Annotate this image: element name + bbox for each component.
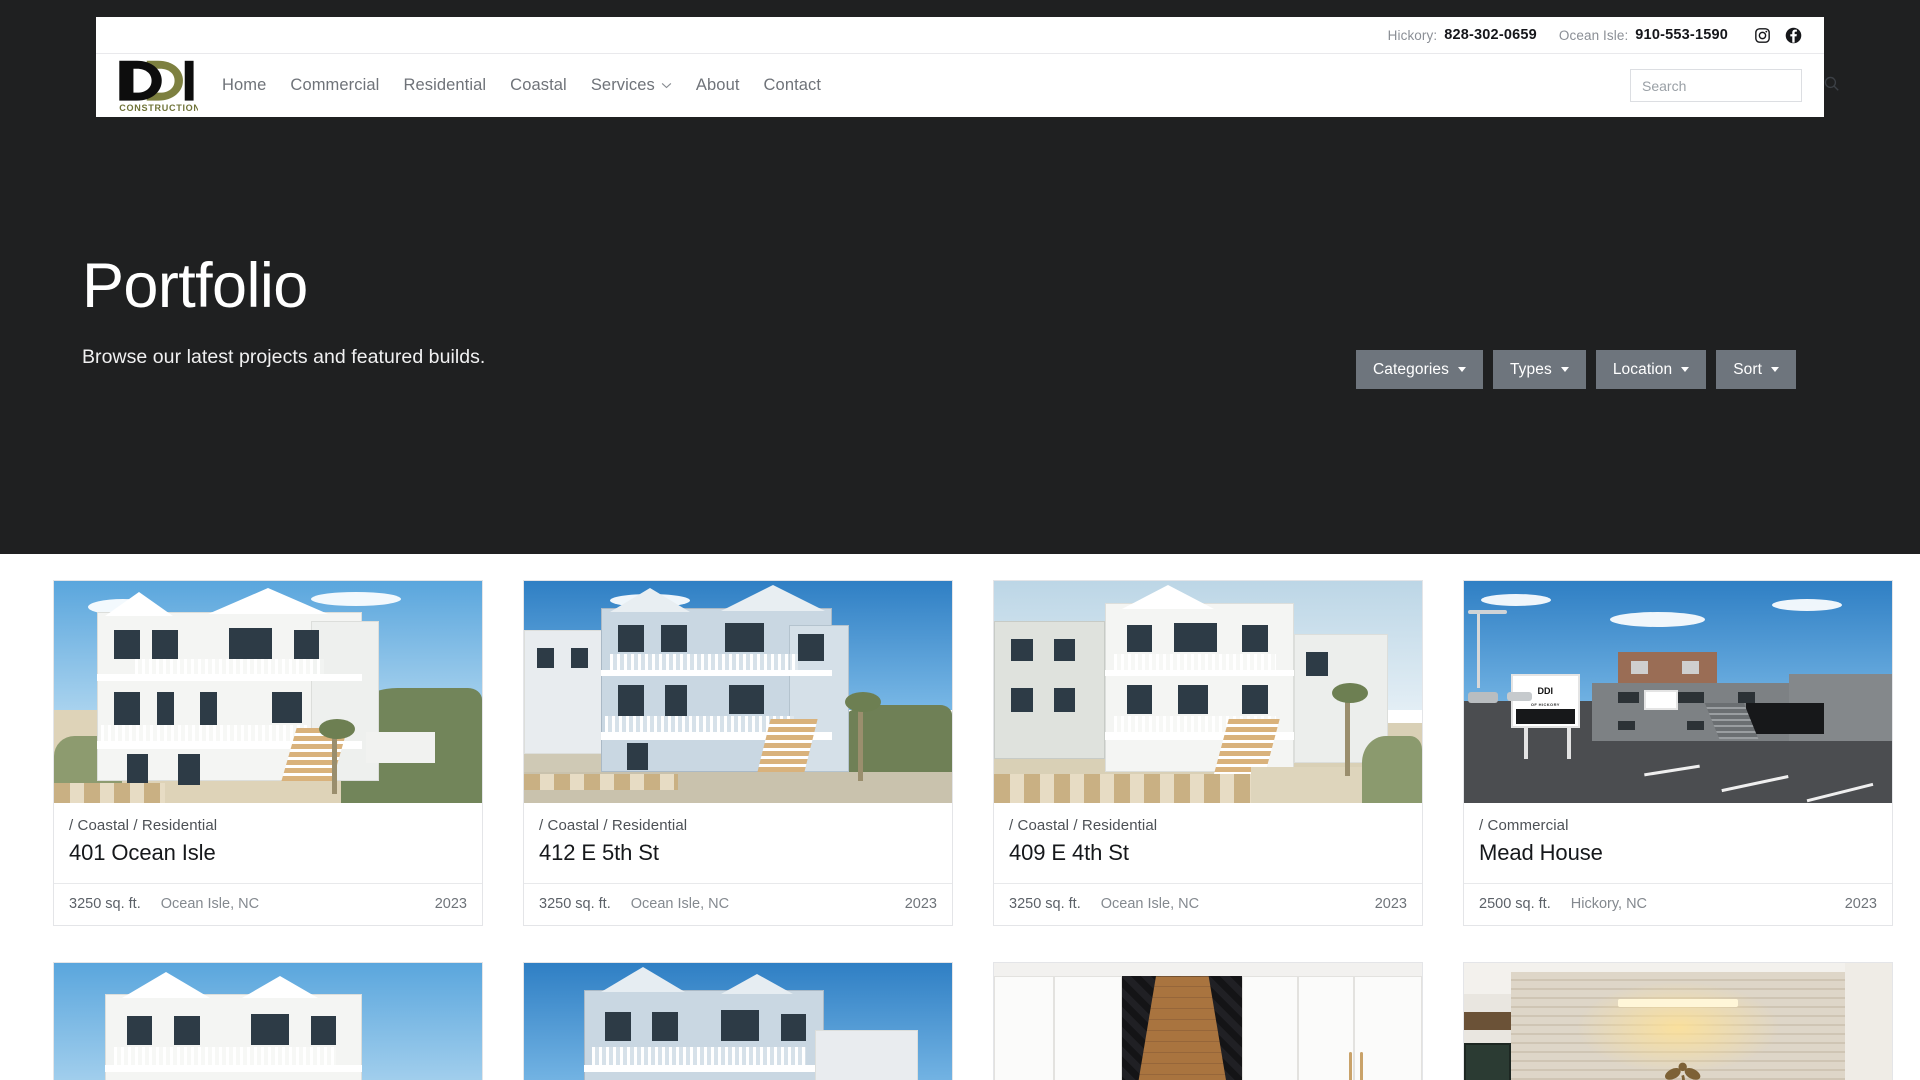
project-thumbnail[interactable] — [54, 963, 482, 1080]
project-location: Ocean Isle, NC — [630, 896, 730, 912]
project-categories: / Commercial — [1479, 817, 1569, 834]
nav-item-residential[interactable]: Residential — [403, 76, 486, 95]
project-sqft: 3250 sq. ft. — [539, 896, 611, 912]
project-thumbnail[interactable]: STRATEGIC WELLNESS Functional & Anti-Agi… — [1464, 963, 1892, 1080]
contact-ocean-isle-label: Ocean Isle: — [1558, 27, 1629, 43]
contact-hickory[interactable]: Hickory: 828-302-0659 — [1388, 27, 1537, 43]
caret-down-icon — [1771, 367, 1780, 372]
instagram-icon[interactable] — [1754, 27, 1771, 44]
nav-item-contact-label: Contact — [763, 76, 822, 94]
project-location: Hickory, NC — [1570, 896, 1648, 912]
caret-down-icon — [1681, 367, 1690, 372]
project-meta: 3250 sq. ft. Ocean Isle, NC 2023 — [994, 883, 1422, 925]
svg-text:CONSTRUCTION: CONSTRUCTION — [119, 103, 198, 113]
project-thumbnail[interactable]: DDI OF HICKORY — [1464, 581, 1892, 803]
project-location: Ocean Isle, NC — [1100, 896, 1200, 912]
project-card[interactable]: / Coastal / Residential 412 E 5th St 325… — [523, 580, 953, 926]
header-contact-bar: Hickory: 828-302-0659 Ocean Isle: 910-55… — [96, 17, 1824, 54]
project-categories: / Coastal / Residential — [539, 817, 688, 834]
project-info: / Coastal / Residential 401 Ocean Isle — [54, 803, 482, 883]
nav-item-services[interactable]: Services — [591, 76, 672, 95]
project-thumbnail[interactable] — [994, 963, 1422, 1080]
nav-item-commercial-label: Commercial — [290, 76, 380, 94]
project-card[interactable] — [523, 962, 953, 1080]
filter-sort-button[interactable]: Sort — [1716, 350, 1797, 389]
project-grid: / Coastal / Residential 401 Ocean Isle 3… — [53, 580, 1893, 1080]
nav-item-coastal[interactable]: Coastal — [510, 76, 567, 95]
nav-item-home[interactable]: Home — [222, 76, 266, 95]
project-title: Mead House — [1479, 840, 1603, 865]
chevron-down-icon — [661, 82, 672, 89]
contact-hickory-number[interactable]: 828-302-0659 — [1444, 27, 1537, 43]
project-card[interactable]: / Coastal / Residential 401 Ocean Isle 3… — [53, 580, 483, 926]
project-card[interactable] — [993, 962, 1423, 1080]
page-title: Portfolio — [82, 251, 308, 321]
filter-types-label: Types — [1509, 360, 1552, 378]
filter-bar: Categories Types Location Sort — [1356, 350, 1797, 389]
project-year: 2023 — [1844, 896, 1877, 912]
project-year: 2023 — [904, 896, 937, 912]
project-info: / Commercial Mead House — [1464, 803, 1892, 883]
project-meta: 2500 sq. ft. Hickory, NC 2023 — [1464, 883, 1892, 925]
project-location: Ocean Isle, NC — [160, 896, 260, 912]
project-categories: / Coastal / Residential — [69, 817, 218, 834]
project-card[interactable]: STRATEGIC WELLNESS Functional & Anti-Agi… — [1463, 962, 1893, 1080]
search-icon[interactable] — [1823, 75, 1840, 97]
project-title: 401 Ocean Isle — [69, 840, 216, 865]
facebook-icon[interactable] — [1785, 27, 1802, 44]
project-thumbnail[interactable] — [994, 581, 1422, 803]
filter-categories-label: Categories — [1373, 360, 1449, 378]
project-sqft: 3250 sq. ft. — [69, 896, 141, 912]
project-card[interactable]: / Coastal / Residential 409 E 4th St 325… — [993, 580, 1423, 926]
nav-item-services-label: Services — [590, 76, 655, 94]
filter-location-button[interactable]: Location — [1595, 350, 1707, 389]
nav-item-commercial[interactable]: Commercial — [290, 76, 379, 95]
nav-item-about-label: About — [695, 76, 740, 94]
contact-ocean-isle[interactable]: Ocean Isle: 910-553-1590 — [1559, 27, 1728, 43]
project-card[interactable] — [53, 962, 483, 1080]
filter-types-button[interactable]: Types — [1492, 350, 1586, 389]
nav-item-home-label: Home — [222, 76, 267, 94]
project-title: 409 E 4th St — [1009, 840, 1129, 865]
project-year: 2023 — [434, 896, 467, 912]
filter-location-label: Location — [1612, 360, 1673, 378]
social-links — [1754, 27, 1802, 44]
project-categories: / Coastal / Residential — [1009, 817, 1158, 834]
project-meta: 3250 sq. ft. Ocean Isle, NC 2023 — [54, 883, 482, 925]
ddi-construction-logo[interactable]: CONSTRUCTION — [114, 58, 198, 114]
caret-down-icon — [1457, 367, 1466, 372]
filter-categories-button[interactable]: Categories — [1356, 350, 1483, 389]
project-meta: 3250 sq. ft. Ocean Isle, NC 2023 — [524, 883, 952, 925]
project-sqft: 2500 sq. ft. — [1479, 896, 1551, 912]
main-navigation: Home Commercial Residential Coastal Serv… — [222, 76, 821, 95]
project-info: / Coastal / Residential 409 E 4th St — [994, 803, 1422, 883]
header-main-bar: CONSTRUCTION Home Commercial Residential… — [96, 54, 1839, 117]
project-thumbnail[interactable] — [54, 581, 482, 803]
nav-item-coastal-label: Coastal — [510, 76, 567, 94]
project-card[interactable]: DDI OF HICKORY / Commercial Mead House 2… — [1463, 580, 1893, 926]
contact-ocean-isle-number[interactable]: 910-553-1590 — [1635, 27, 1728, 43]
portfolio-page: Hickory: 828-302-0659 Ocean Isle: 910-55… — [0, 0, 1920, 1080]
filter-sort-label: Sort — [1733, 360, 1763, 378]
caret-down-icon — [1560, 367, 1569, 372]
nav-item-residential-label: Residential — [403, 76, 487, 94]
project-title: 412 E 5th St — [539, 840, 659, 865]
project-thumbnail[interactable] — [524, 581, 952, 803]
project-sqft: 3250 sq. ft. — [1009, 896, 1081, 912]
search-input[interactable] — [1642, 77, 1823, 94]
contact-hickory-label: Hickory: — [1387, 27, 1438, 43]
project-info: / Coastal / Residential 412 E 5th St — [524, 803, 952, 883]
search-box[interactable] — [1630, 69, 1839, 102]
project-thumbnail[interactable] — [524, 963, 952, 1080]
project-year: 2023 — [1374, 896, 1407, 912]
site-header: Hickory: 828-302-0659 Ocean Isle: 910-55… — [96, 17, 1839, 117]
nav-item-about[interactable]: About — [696, 76, 740, 95]
nav-item-contact[interactable]: Contact — [764, 76, 822, 95]
